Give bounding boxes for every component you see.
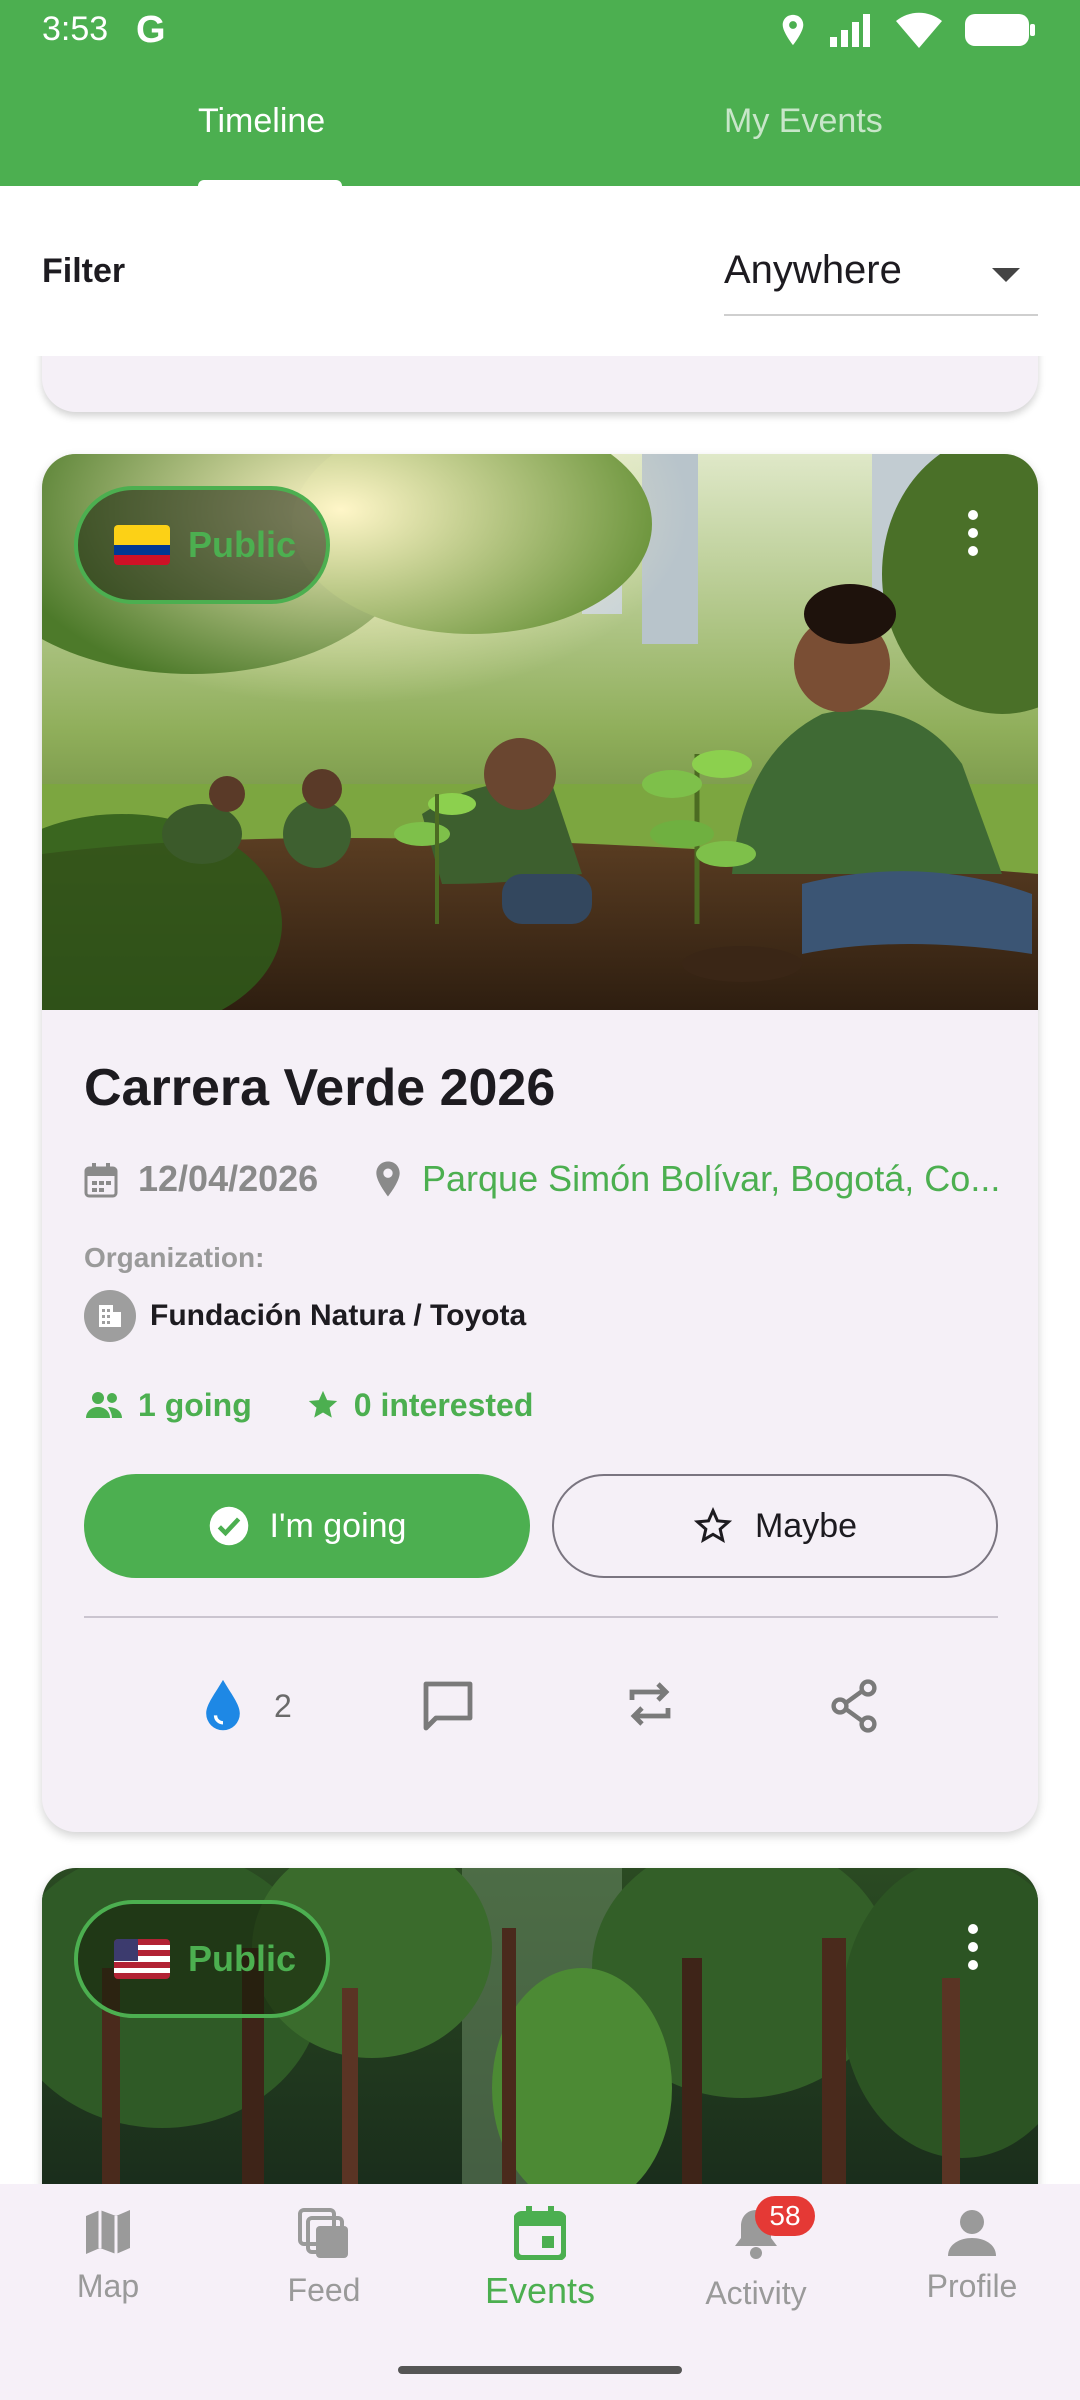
building-icon <box>84 1290 136 1342</box>
status-icons <box>780 12 1036 48</box>
location-pin-icon <box>376 1161 400 1197</box>
nav-activity-label: Activity <box>705 2275 807 2311</box>
check-circle-icon <box>209 1506 248 1546</box>
organization-row[interactable]: Fundación Natura / Toyota <box>84 1288 526 1344</box>
im-going-label: I'm going <box>269 1506 407 1545</box>
drop-count: 2 <box>274 1687 292 1724</box>
nav-events-label: Events <box>484 2270 596 2311</box>
nav-profile[interactable]: Profile <box>864 2206 1080 2305</box>
star-filled-icon <box>308 1390 337 1418</box>
nav-feed[interactable]: Feed <box>216 2206 432 2309</box>
going-count: 1 going <box>138 1386 252 1423</box>
tab-bar: Timeline My Events <box>0 92 1080 186</box>
tab-timeline[interactable]: Timeline <box>198 102 325 141</box>
tab-my-events[interactable]: My Events <box>724 102 883 141</box>
repost-button[interactable] <box>624 1678 676 1730</box>
nav-events[interactable]: Events <box>432 2206 648 2312</box>
calendar-icon <box>84 1163 118 1198</box>
event-card[interactable]: Public Carrera Verde 2026 12/04/2026 Par… <box>42 454 1038 1832</box>
home-indicator[interactable] <box>398 2366 682 2374</box>
organization-name: Fundación Natura / Toyota <box>150 1299 527 1332</box>
event-photo: Public <box>42 454 1038 1010</box>
feed-icon <box>298 2208 348 2258</box>
filter-row: Filter Anywhere <box>0 186 1080 356</box>
event-date: 12/04/2026 <box>138 1158 319 1199</box>
more-options-icon[interactable] <box>968 1924 978 1970</box>
share-button[interactable] <box>828 1678 880 1734</box>
signal-icon <box>830 14 870 47</box>
visibility-badge: Public <box>74 486 330 604</box>
attendance-stats: 1 going 0 interested <box>84 1380 533 1430</box>
more-options-icon[interactable] <box>968 510 978 556</box>
visibility-label: Public <box>188 524 297 565</box>
im-going-button[interactable]: I'm going <box>84 1474 530 1578</box>
event-location-link[interactable]: Parque Simón Bolívar, Bogotá, Co... <box>422 1158 1002 1200</box>
maybe-button[interactable]: Maybe <box>552 1474 998 1578</box>
nav-profile-label: Profile <box>926 2268 1018 2304</box>
event-photo: Public <box>42 1868 1038 2184</box>
interested-count: 0 interested <box>353 1386 534 1423</box>
person-icon <box>948 2210 996 2256</box>
colombia-flag-icon <box>114 525 170 565</box>
nav-map[interactable]: Map <box>0 2206 216 2305</box>
wifi-icon <box>896 12 942 48</box>
google-icon: G <box>136 9 166 51</box>
nav-feed-label: Feed <box>287 2272 361 2308</box>
dropdown-value: Anywhere <box>724 248 902 292</box>
visibility-badge: Public <box>74 1900 330 2018</box>
visibility-label: Public <box>188 1938 297 1979</box>
calendar-icon <box>514 2206 566 2260</box>
location-filter-dropdown[interactable]: Anywhere <box>724 226 1038 316</box>
card-divider <box>84 1616 998 1618</box>
chevron-down-icon <box>992 268 1020 282</box>
battery-icon <box>965 14 1035 46</box>
share-icon <box>831 1679 877 1733</box>
event-feed[interactable]: Public Carrera Verde 2026 12/04/2026 Par… <box>0 356 1080 2184</box>
repost-icon <box>629 1682 671 1726</box>
event-title: Carrera Verde 2026 <box>84 1059 556 1117</box>
status-bar: 3:53 G <box>0 0 1080 62</box>
people-icon <box>86 1392 122 1418</box>
maybe-label: Maybe <box>754 1506 858 1545</box>
event-meta: 12/04/2026 Parque Simón Bolívar, Bogotá,… <box>84 1152 1004 1212</box>
nav-activity[interactable]: 58 Activity <box>648 2196 864 2312</box>
drop-reaction-button[interactable]: 2 <box>200 1678 292 1734</box>
app-header: 3:53 G Timeline My Events <box>0 0 1080 186</box>
activity-badge: 58 <box>755 2196 815 2236</box>
status-time: 3:53 <box>42 10 109 48</box>
event-card-body: Carrera Verde 2026 12/04/2026 Parque Sim… <box>42 1010 1038 1832</box>
water-drop-icon <box>206 1679 240 1731</box>
event-card[interactable]: Public <box>42 1868 1038 2184</box>
previous-card-stub <box>42 356 1038 412</box>
filter-label: Filter <box>42 252 126 290</box>
organization-label: Organization: <box>84 1242 265 1273</box>
comment-button[interactable] <box>420 1678 476 1732</box>
usa-flag-icon <box>114 1939 170 1979</box>
nav-map-label: Map <box>76 2268 140 2304</box>
star-outline-icon <box>693 1506 733 1544</box>
comment-icon <box>423 1681 473 1731</box>
map-icon <box>86 2210 130 2254</box>
card-actions: 2 <box>42 1640 1038 1760</box>
location-icon <box>782 14 804 46</box>
